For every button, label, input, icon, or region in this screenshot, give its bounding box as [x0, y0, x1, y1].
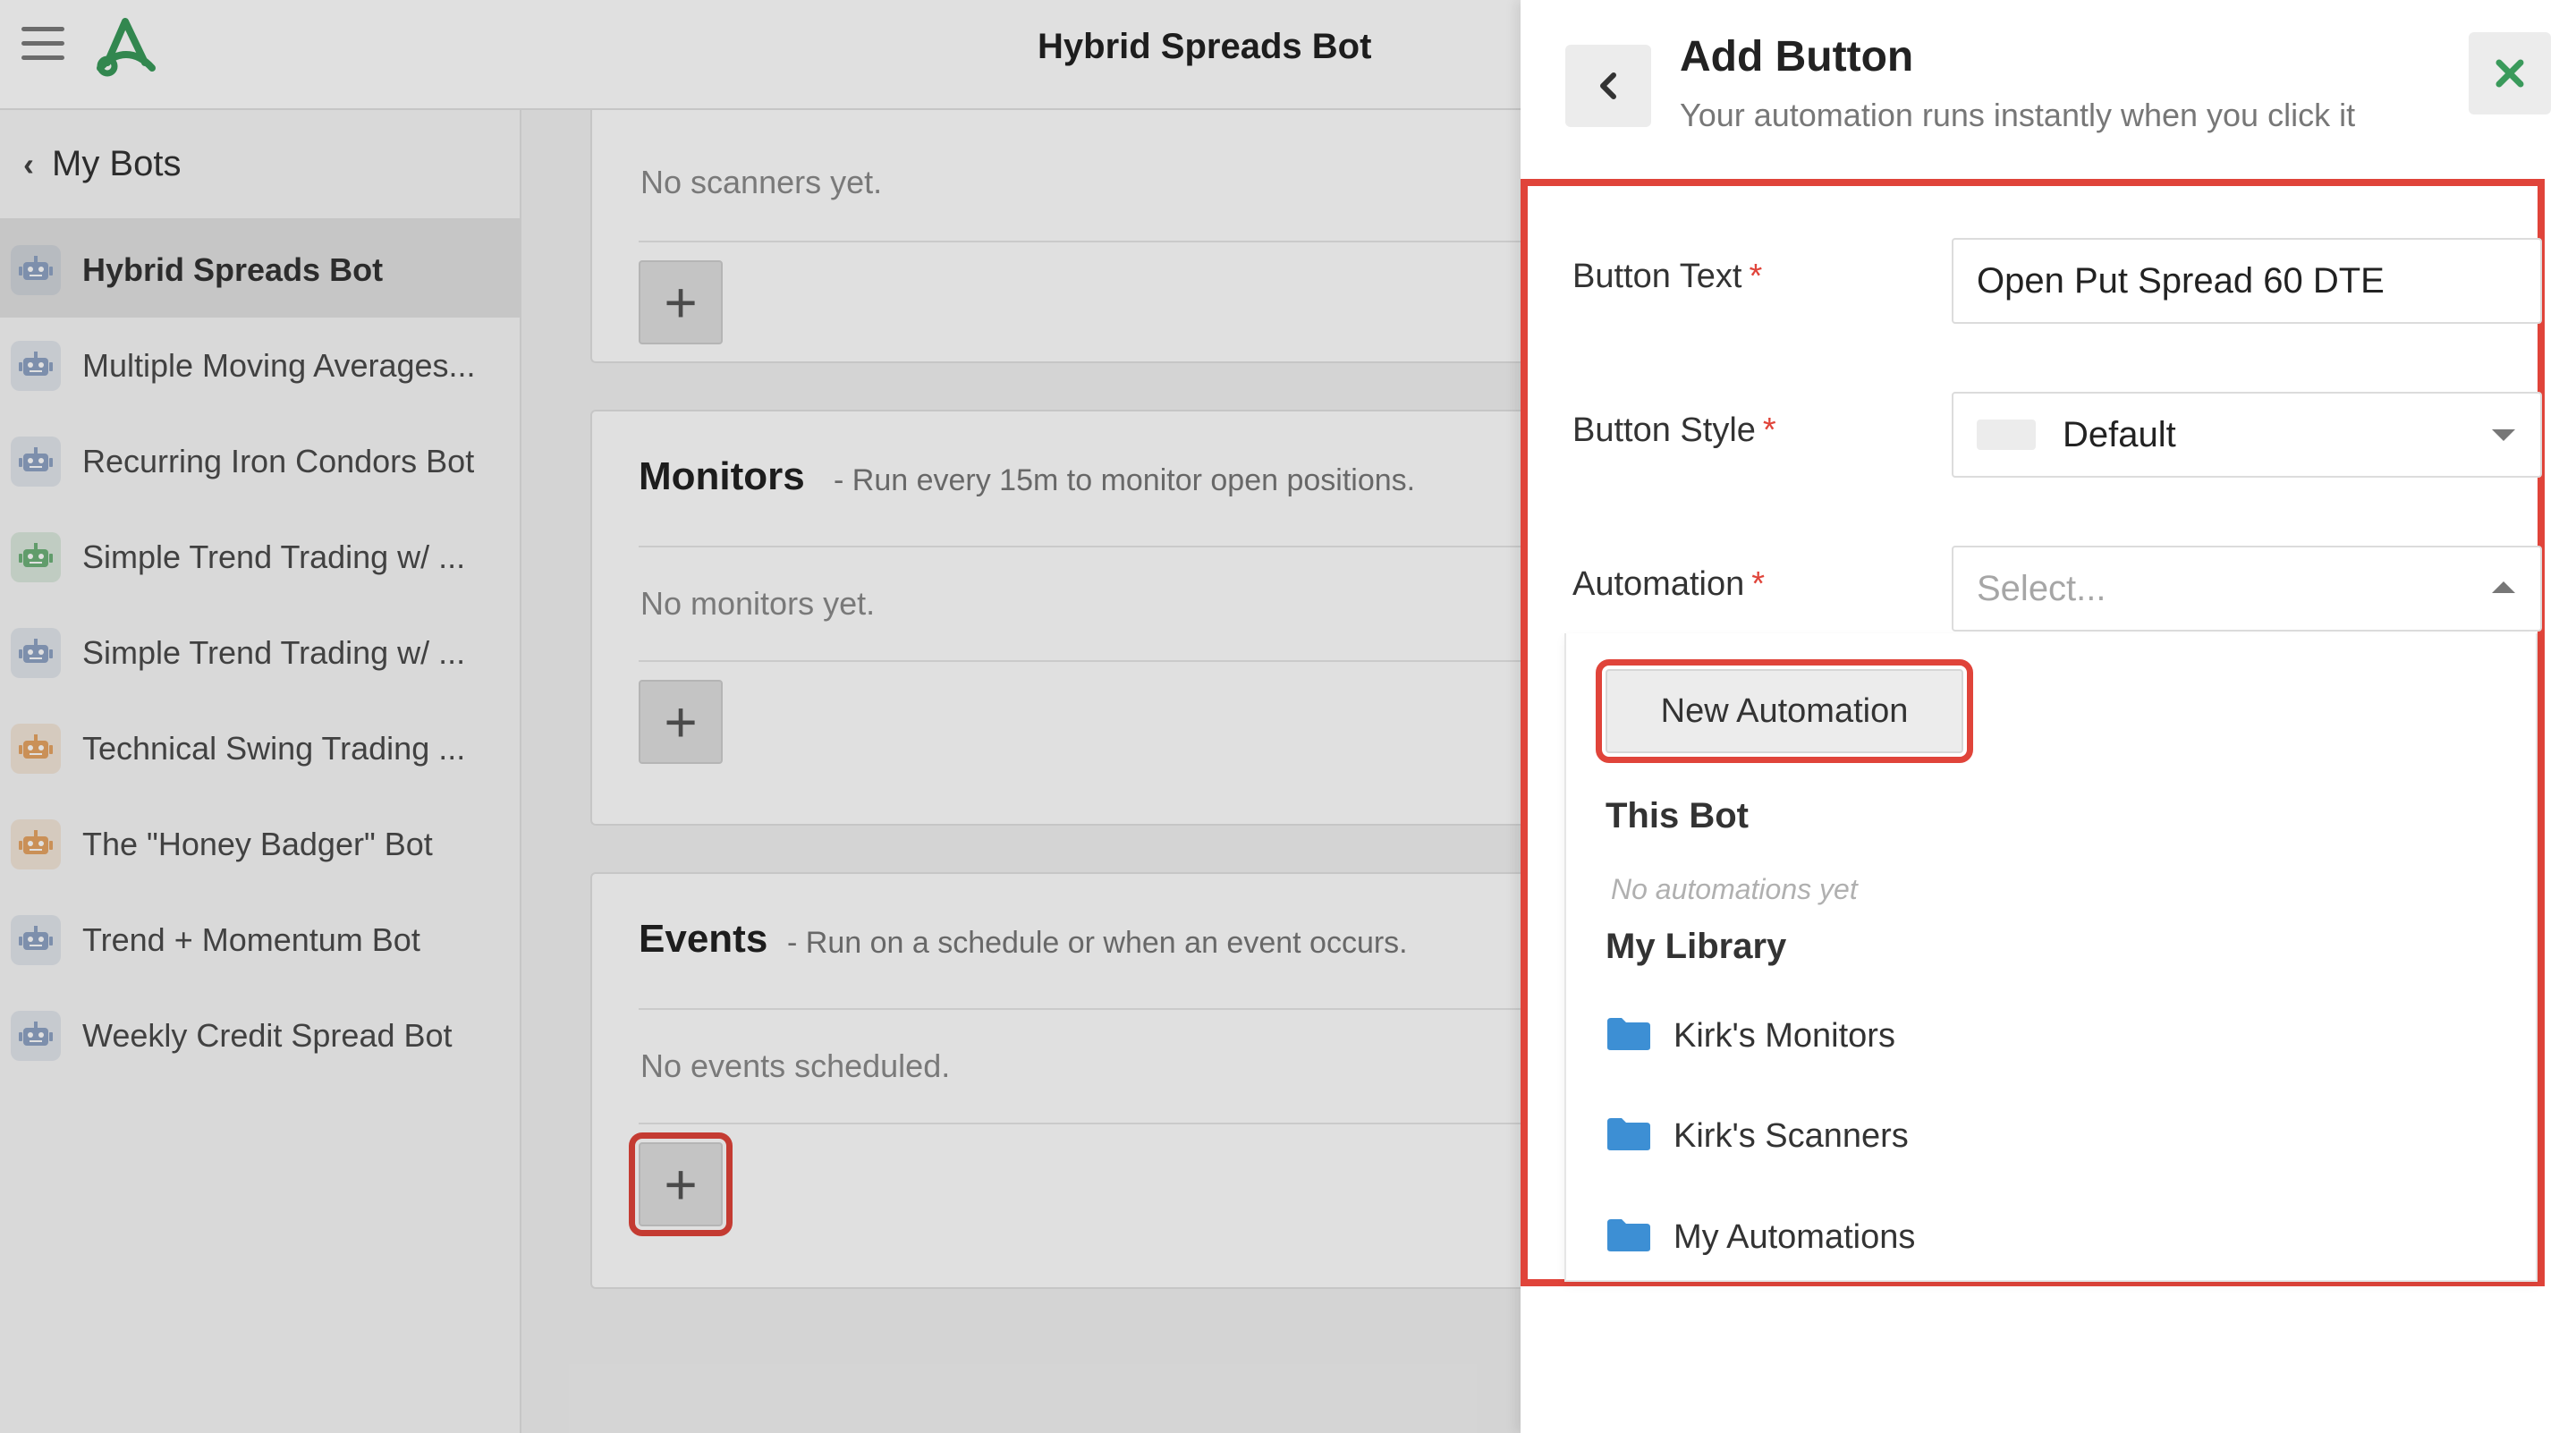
- robot-icon: [11, 531, 61, 582]
- button-text-label-text: Button Text: [1572, 258, 1742, 295]
- divider: [639, 241, 1521, 242]
- sidebar-bot-name: The "Honey Badger" Bot: [82, 825, 433, 862]
- app-background: Hybrid Spreads Bot ‹ My Bots Hybrid Spre…: [0, 0, 1521, 1433]
- robot-icon: [11, 627, 61, 678]
- sidebar-bot-name: Weekly Credit Spread Bot: [82, 1016, 453, 1054]
- panel-title: Add Button: [1680, 33, 1914, 81]
- events-heading: Events: [639, 917, 768, 961]
- add-scanner-button[interactable]: +: [639, 260, 723, 344]
- robot-icon: [11, 723, 61, 774]
- button-style-select[interactable]: Default: [1952, 392, 2542, 478]
- sidebar: ‹ My Bots Hybrid Spreads Bot Multiple Mov…: [0, 110, 521, 1433]
- folder-icon: [1606, 1217, 1674, 1258]
- button-style-label: Button Style *: [1572, 411, 1776, 450]
- monitors-card: Monitors - Run every 15m to monitor open…: [590, 410, 1521, 826]
- sidebar-bot-item[interactable]: Recurring Iron Condors Bot: [0, 413, 520, 509]
- button-style-label-text: Button Style: [1572, 411, 1756, 449]
- top-bar: Hybrid Spreads Bot: [0, 0, 1521, 110]
- sidebar-bot-name: Hybrid Spreads Bot: [82, 250, 384, 288]
- sidebar-bot-item[interactable]: Trend + Momentum Bot: [0, 892, 520, 988]
- scanners-empty-text: No scanners yet.: [640, 164, 883, 200]
- folder-name: Kirk's Monitors: [1674, 1016, 1895, 1055]
- no-automations-text: No automations yet: [1611, 873, 1858, 905]
- folder-name: My Automations: [1674, 1217, 1916, 1256]
- robot-icon: [11, 1010, 61, 1061]
- hamburger-icon[interactable]: [21, 27, 64, 66]
- automation-label: Automation *: [1572, 565, 1765, 604]
- automation-dropdown-menu: New Automation This Bot No automations y…: [1564, 633, 2538, 1282]
- robot-icon: [11, 244, 61, 295]
- folder-name: Kirk's Scanners: [1674, 1116, 1909, 1155]
- sidebar-bot-item[interactable]: Hybrid Spreads Bot: [0, 222, 520, 318]
- chevron-left-icon: ‹: [23, 145, 34, 182]
- chevron-down-icon: [2492, 429, 2515, 441]
- button-text-label: Button Text *: [1572, 258, 1762, 296]
- style-color-swatch: [1977, 420, 2036, 450]
- sidebar-bot-item[interactable]: Multiple Moving Averages...: [0, 318, 520, 413]
- chevron-left-icon: [1600, 72, 1616, 99]
- this-bot-heading: This Bot: [1606, 796, 1749, 835]
- bot-list: Hybrid Spreads Bot Multiple Moving Averag…: [0, 222, 520, 1083]
- sidebar-bot-name: Recurring Iron Condors Bot: [82, 442, 475, 479]
- library-folder-item[interactable]: Kirk's Scanners: [1606, 1109, 1909, 1163]
- sidebar-bot-name: Multiple Moving Averages...: [82, 346, 476, 384]
- sidebar-bot-item[interactable]: The "Honey Badger" Bot: [0, 796, 520, 892]
- sidebar-bot-name: Technical Swing Trading ...: [82, 729, 466, 767]
- my-bots-back-link[interactable]: ‹ My Bots: [0, 110, 520, 222]
- main-content: No scanners yet. + Monitors - Run every …: [523, 110, 1521, 1433]
- robot-icon: [11, 436, 61, 487]
- close-button[interactable]: [2469, 32, 2551, 114]
- add-button-panel: Add Button Your automation runs instantl…: [1521, 0, 2576, 1433]
- button-style-value: Default: [2063, 414, 2176, 454]
- button-text-input[interactable]: Open Put Spread 60 DTE: [1952, 238, 2542, 324]
- automation-label-text: Automation: [1572, 565, 1745, 603]
- sidebar-bot-item[interactable]: Simple Trend Trading w/ ...: [0, 605, 520, 700]
- divider: [639, 1123, 1521, 1124]
- monitors-heading: Monitors: [639, 454, 805, 498]
- sidebar-bot-name: Simple Trend Trading w/ ...: [82, 538, 466, 575]
- sidebar-bot-name: Simple Trend Trading w/ ...: [82, 633, 466, 671]
- library-folder-item[interactable]: My Automations: [1606, 1210, 1915, 1264]
- app-logo-icon[interactable]: [89, 16, 161, 79]
- divider: [639, 660, 1521, 662]
- sidebar-bot-item[interactable]: Technical Swing Trading ...: [0, 700, 520, 796]
- my-bots-label: My Bots: [52, 144, 182, 183]
- events-empty-text: No events scheduled.: [640, 1047, 951, 1084]
- sidebar-bot-name: Trend + Momentum Bot: [82, 920, 420, 958]
- divider: [639, 1008, 1521, 1010]
- add-event-button[interactable]: +: [629, 1132, 733, 1236]
- chevron-up-icon: [2492, 581, 2515, 593]
- required-mark: *: [1762, 411, 1776, 449]
- required-mark: *: [1751, 565, 1766, 603]
- monitors-subtitle: - Run every 15m to monitor open position…: [834, 463, 1416, 497]
- events-card: Events - Run on a schedule or when an ev…: [590, 872, 1521, 1289]
- page-title: Hybrid Spreads Bot: [1038, 27, 1372, 66]
- monitors-empty-text: No monitors yet.: [640, 585, 876, 622]
- my-library-heading: My Library: [1606, 927, 1787, 966]
- sidebar-bot-item[interactable]: Simple Trend Trading w/ ...: [0, 509, 520, 605]
- sidebar-bot-item[interactable]: Weekly Credit Spread Bot: [0, 988, 520, 1083]
- add-monitor-button[interactable]: +: [639, 680, 723, 764]
- panel-subtitle: Your automation runs instantly when you …: [1680, 97, 2356, 133]
- automation-placeholder: Select...: [1977, 568, 2106, 608]
- highlighted-form-region: Button Text * Open Put Spread 60 DTE Butt…: [1521, 179, 2545, 1286]
- robot-icon: [11, 340, 61, 391]
- scanners-card: No scanners yet. +: [590, 110, 1521, 363]
- events-subtitle: - Run on a schedule or when an event occ…: [787, 926, 1408, 960]
- folder-icon: [1606, 1116, 1674, 1157]
- automation-select[interactable]: Select...: [1952, 546, 2542, 632]
- robot-icon: [11, 818, 61, 869]
- back-button[interactable]: [1565, 45, 1651, 127]
- close-icon: [2496, 59, 2524, 88]
- library-folder-item[interactable]: Kirk's Monitors: [1606, 1009, 1895, 1063]
- new-automation-button[interactable]: New Automation: [1596, 659, 1973, 763]
- folder-icon: [1606, 1016, 1674, 1056]
- robot-icon: [11, 914, 61, 965]
- divider: [639, 546, 1521, 547]
- required-mark: *: [1749, 258, 1763, 295]
